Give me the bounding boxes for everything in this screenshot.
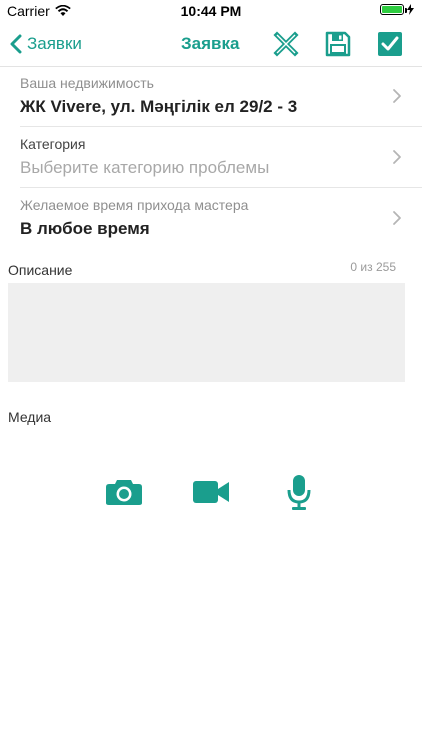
chevron-left-icon [10,34,22,54]
description-label: Описание [8,262,73,278]
video-camera-icon[interactable] [192,480,230,504]
media-label: Медиа [8,409,52,425]
category-label: Категория [20,136,86,152]
close-cross-icon[interactable] [273,31,299,57]
visit-time-row[interactable]: Желаемое время прихода мастера В любое в… [20,188,422,249]
property-label: Ваша недвижимость [20,75,154,91]
microphone-icon[interactable] [287,474,311,511]
chevron-right-icon [393,150,401,164]
chevron-right-icon [393,211,401,225]
chevron-right-icon [393,89,401,103]
status-bar: Carrier 10:44 PM [0,0,422,22]
category-row[interactable]: Категория Выберите категорию проблемы [20,127,422,188]
navigation-bar: Заявки Заявка [0,22,422,67]
save-floppy-icon[interactable] [325,31,351,57]
back-button-label: Заявки [27,34,82,53]
property-row[interactable]: Ваша недвижимость ЖК Vivere, ул. Мәңгілі… [20,66,422,127]
character-counter: 0 из 255 [350,260,396,274]
description-input[interactable] [8,283,405,382]
battery-level [382,6,402,13]
camera-icon[interactable] [105,478,143,506]
battery-icon [380,4,414,15]
property-value: ЖК Vivere, ул. Мәңгілік ел 29/2 - 3 [20,97,298,116]
status-time: 10:44 PM [180,3,242,19]
charging-bolt-icon [407,4,414,15]
page-title: Заявка [181,34,240,53]
visit-time-value: В любое время [20,219,150,238]
visit-time-label: Желаемое время прихода мастера [20,197,249,213]
checkbox-confirm-icon[interactable] [377,31,403,57]
back-button[interactable]: Заявки [10,22,82,66]
category-placeholder: Выберите категорию проблемы [20,158,270,177]
